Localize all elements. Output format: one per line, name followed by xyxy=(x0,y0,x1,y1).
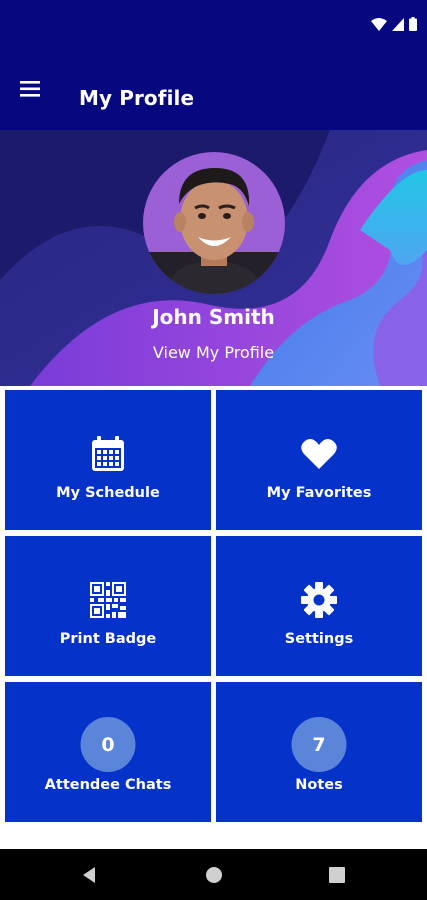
tile-label: Settings xyxy=(284,631,354,647)
qr-code-icon xyxy=(88,580,128,620)
profile-header: John Smith View My Profile xyxy=(0,130,427,386)
back-button[interactable] xyxy=(79,864,101,886)
tile-label: My Schedule xyxy=(56,485,160,501)
system-nav-bar xyxy=(0,849,427,900)
recents-square-icon xyxy=(329,867,345,883)
recents-button[interactable] xyxy=(326,864,348,886)
tile-label: My Favorites xyxy=(266,485,372,501)
tile-label: Print Badge xyxy=(59,631,157,647)
signal-icon xyxy=(392,17,404,31)
hamburger-menu-icon xyxy=(20,81,40,97)
app-bar: My Profile xyxy=(0,50,427,130)
tile-attendee-chats[interactable]: 0 Attendee Chats xyxy=(5,682,211,822)
tile-print-badge[interactable]: Print Badge xyxy=(5,536,211,676)
home-circle-icon xyxy=(206,867,222,883)
tile-my-favorites[interactable]: My Favorites xyxy=(216,390,422,530)
status-icons xyxy=(371,17,417,31)
count-badge: 0 xyxy=(80,717,136,772)
count-badge: 7 xyxy=(291,717,347,772)
tile-label: Attendee Chats xyxy=(44,777,172,793)
tile-my-schedule[interactable]: My Schedule xyxy=(5,390,211,530)
avatar[interactable] xyxy=(143,152,285,294)
profile-photo xyxy=(143,152,285,294)
gear-icon xyxy=(299,580,339,620)
battery-icon xyxy=(409,17,417,31)
tile-notes[interactable]: 7 Notes xyxy=(216,682,422,822)
page-title: My Profile xyxy=(79,86,195,110)
tile-label: Notes xyxy=(295,777,343,793)
menu-grid: My Schedule My Favorites Print Badge Set… xyxy=(5,390,422,822)
calendar-icon xyxy=(88,434,128,474)
wifi-icon xyxy=(371,17,387,31)
back-triangle-icon xyxy=(83,867,95,883)
home-button[interactable] xyxy=(203,864,225,886)
menu-button[interactable] xyxy=(18,76,44,102)
view-profile-link[interactable]: View My Profile xyxy=(0,343,427,362)
tile-settings[interactable]: Settings xyxy=(216,536,422,676)
heart-icon xyxy=(299,434,339,474)
user-name: John Smith xyxy=(152,305,275,329)
status-bar xyxy=(0,0,427,50)
